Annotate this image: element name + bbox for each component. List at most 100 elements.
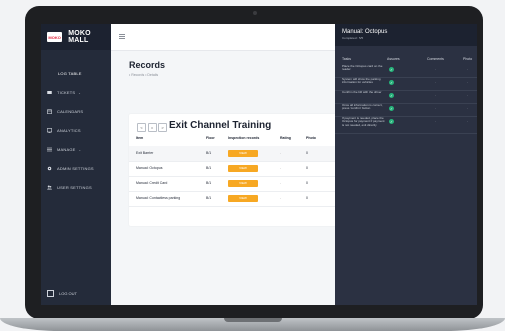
calendar-icon <box>47 109 52 114</box>
task-comments: - <box>435 119 436 123</box>
list-button[interactable]: = <box>147 123 157 132</box>
row-rating: - <box>280 181 282 185</box>
task-row: System will show the parking information… <box>335 77 477 91</box>
card-title: Exit Channel Training <box>169 120 272 131</box>
task-photo: - <box>467 80 468 84</box>
view-button[interactable]: VIEW <box>228 194 258 202</box>
view-button[interactable]: VIEW <box>228 179 258 187</box>
panel-title: Manual: Octopus <box>342 29 388 35</box>
logout-button[interactable]: LOG OUT <box>47 290 77 297</box>
row-floor: B/1 <box>206 181 212 185</box>
task-row: Confirm the bill with the driver ✓ - - <box>335 90 477 104</box>
row-rating: - <box>280 151 282 155</box>
brand-name: MOKO MALL <box>68 30 91 44</box>
row-photo: 0 <box>306 166 308 170</box>
brand-logo: MOKO <box>47 32 63 42</box>
task-text: Place the Octopus card on the reader <box>342 64 383 72</box>
sidebar-item-user-settings[interactable]: USER SETTINGS <box>41 178 111 197</box>
sidebar-item-label: TICKETS <box>57 90 76 95</box>
column-header-comments: Comments <box>427 57 444 61</box>
column-header-floor[interactable]: Floor <box>206 136 215 140</box>
table-row[interactable]: Manual: Credit Card B/1 VIEW - 0 <box>129 176 339 192</box>
row-floor: B/1 <box>206 196 212 200</box>
gear-icon <box>47 166 52 171</box>
logout-icon <box>47 290 54 297</box>
table-row[interactable]: Manual: Octopus B/1 VIEW - 0 <box>129 161 339 177</box>
view-button[interactable]: VIEW <box>228 149 258 157</box>
row-photo: 0 <box>306 151 308 155</box>
webcam <box>253 11 257 15</box>
sidebar-item-label: MANAGE <box>57 147 76 152</box>
column-header-inspection[interactable]: Inspection records <box>228 136 259 140</box>
row-item: Manual: Credit Card <box>136 181 168 185</box>
sidebar: MOKO MOKO MALL LOG TABLE TICKETS ⌄ CALEN… <box>41 24 111 305</box>
chevron-down-icon: ⌄ <box>78 147 82 152</box>
brand[interactable]: MOKO MOKO MALL <box>41 24 111 50</box>
pager: < = > <box>137 123 169 132</box>
task-text: System will show the parking information… <box>342 77 381 85</box>
column-header-item[interactable]: Item <box>136 136 143 140</box>
row-photo: 0 <box>306 196 308 200</box>
panel-subtitle: Completed : 5/5 <box>342 36 364 40</box>
task-text: Once all information is correct, press '… <box>342 103 383 111</box>
list-icon <box>47 147 52 152</box>
sidebar-item-calendars[interactable]: CALENDARS <box>41 102 111 121</box>
next-button[interactable]: > <box>158 123 167 132</box>
table-row[interactable]: Manual: Contactless parking B/1 VIEW - 0 <box>129 191 339 207</box>
task-text: If payment is needed, place the Octopus … <box>342 116 385 127</box>
sidebar-item-label: ANALYTICS <box>57 128 81 133</box>
row-item: Manual: Contactless parking <box>136 196 181 200</box>
task-comments: - <box>435 93 436 97</box>
sidebar-item-manage[interactable]: MANAGE ⌄ <box>41 140 111 159</box>
check-icon: ✓ <box>389 80 394 85</box>
view-button[interactable]: VIEW <box>228 164 258 172</box>
column-header-rating[interactable]: Rating <box>280 136 291 140</box>
sidebar-item-label: ADMIN SETTINGS <box>57 166 94 171</box>
task-comments: - <box>435 106 436 110</box>
check-icon: ✓ <box>389 67 394 72</box>
task-photo: - <box>467 119 468 123</box>
task-comments: - <box>435 80 436 84</box>
column-header-photo[interactable]: Photo <box>306 136 316 140</box>
check-icon: ✓ <box>389 93 394 98</box>
screen: MOKO MOKO MALL LOG TABLE TICKETS ⌄ CALEN… <box>41 24 477 305</box>
column-header-photo: Photo <box>463 57 473 61</box>
task-row: Once all information is correct, press '… <box>335 103 477 117</box>
row-rating: - <box>280 196 282 200</box>
analytics-icon <box>47 128 52 133</box>
ticket-icon <box>47 90 52 95</box>
task-row: Place the Octopus card on the reader ✓ -… <box>335 64 477 78</box>
hamburger-icon[interactable] <box>119 34 125 41</box>
row-photo: 0 <box>306 181 308 185</box>
row-item: Manual: Octopus <box>136 166 163 170</box>
panel-table-header: Tasks Assures Comments Photo <box>335 57 477 63</box>
task-comments: - <box>435 67 436 71</box>
users-icon <box>47 185 52 190</box>
table-row[interactable]: Exit Barrier B/1 VIEW - 0 <box>129 146 339 162</box>
records-card: < = > Exit Channel Training Item Floor I… <box>129 114 339 226</box>
row-floor: B/1 <box>206 151 212 155</box>
sidebar-item-label: USER SETTINGS <box>57 185 92 190</box>
column-header-assures: Assures <box>387 57 400 61</box>
breadcrumb[interactable]: • Records • Details <box>129 73 158 77</box>
chevron-down-icon: ⌄ <box>78 90 82 95</box>
row-item: Exit Barrier <box>136 151 154 155</box>
sidebar-item-label: LOG TABLE <box>58 71 82 76</box>
check-icon: ✓ <box>389 119 394 124</box>
logout-label: LOG OUT <box>59 291 78 296</box>
row-rating: - <box>280 166 282 170</box>
column-header-tasks: Tasks <box>342 57 351 61</box>
page-title: Records <box>129 60 166 70</box>
sidebar-item-log-table[interactable]: LOG TABLE <box>41 64 111 83</box>
sidebar-item-tickets[interactable]: TICKETS ⌄ <box>41 83 111 102</box>
table-header: Item Floor Inspection records Rating Pho… <box>136 136 336 144</box>
task-photo: - <box>467 106 468 110</box>
sidebar-item-label: CALENDARS <box>57 109 84 114</box>
task-text: Confirm the bill with the driver <box>342 90 382 94</box>
laptop-notch <box>224 318 282 322</box>
prev-button[interactable]: < <box>137 123 146 132</box>
detail-panel: Manual: Octopus Completed : 5/5 Tasks As… <box>335 24 477 305</box>
task-photo: - <box>467 67 468 71</box>
sidebar-item-admin-settings[interactable]: ADMIN SETTINGS <box>41 159 111 178</box>
sidebar-item-analytics[interactable]: ANALYTICS <box>41 121 111 140</box>
